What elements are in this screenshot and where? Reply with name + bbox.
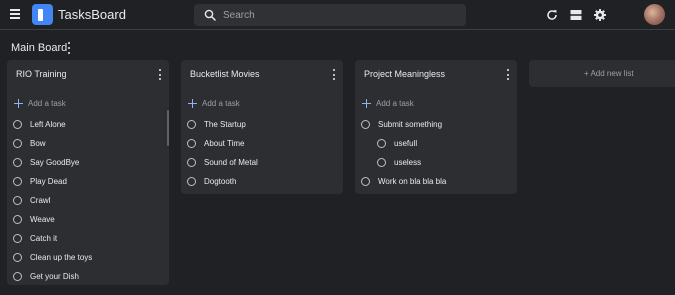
task-label[interactable]: usefull [394,139,417,148]
list-title: RIO Training [16,69,67,79]
add-task-button[interactable]: Add a task [188,97,240,109]
board-title: Main Board [11,42,68,54]
task-checkbox[interactable] [13,271,22,281]
list-menu-icon[interactable] [331,69,337,80]
task-label[interactable]: The Startup [204,120,246,129]
task-label[interactable]: useless [394,158,421,167]
menu-icon[interactable] [9,8,23,22]
subtask-item: usefull [377,137,417,149]
task-checkbox[interactable] [361,176,370,186]
task-checkbox[interactable] [13,119,22,129]
list-menu-icon[interactable] [505,69,511,80]
view-toggle-icon[interactable] [569,8,583,22]
task-item: Catch it [13,232,57,244]
add-new-list-button[interactable]: + Add new list [529,60,675,87]
refresh-icon[interactable] [545,8,559,22]
subtask-item: useless [377,156,421,168]
task-checkbox[interactable] [13,233,22,243]
task-list: RIO Training Add a task Left Alone Bow S… [7,60,169,285]
task-checkbox[interactable] [377,157,386,167]
app-title: TasksBoard [58,7,126,22]
avatar[interactable] [644,4,665,25]
task-checkbox[interactable] [377,138,386,148]
search-bar[interactable] [194,4,466,26]
task-label[interactable]: Work on bla bla bla [378,177,446,186]
task-checkbox[interactable] [13,157,22,167]
plus-icon [362,98,371,108]
add-task-label: Add a task [202,98,240,108]
plus-icon [188,98,197,108]
task-label[interactable]: Dogtooth [204,177,236,186]
task-list: Project Meaningless Add a task Submit so… [355,60,517,194]
task-label[interactable]: Crawl [30,196,50,205]
task-label[interactable]: Get your Dish [30,272,79,281]
task-label[interactable]: Play Dead [30,177,67,186]
task-item: Weave [13,213,55,225]
task-label[interactable]: Sound of Metal [204,158,258,167]
search-icon [204,9,216,21]
task-checkbox[interactable] [13,138,22,148]
task-label[interactable]: Submit something [378,120,442,129]
add-new-list-label: + Add new list [584,69,634,78]
task-item: About Time [187,137,244,149]
task-label[interactable]: Clean up the toys [30,253,92,262]
add-task-label: Add a task [376,98,414,108]
list-scrollbar[interactable] [167,110,169,146]
task-label[interactable]: Weave [30,215,55,224]
list-title: Bucketlist Movies [190,69,260,79]
task-label[interactable]: Say GoodBye [30,158,79,167]
task-checkbox[interactable] [13,176,22,186]
task-checkbox[interactable] [187,176,196,186]
task-item: Crawl [13,194,50,206]
task-item: Clean up the toys [13,251,92,263]
task-item: Bow [13,137,46,149]
list-title: Project Meaningless [364,69,446,79]
task-item: Submit something [361,118,442,130]
task-checkbox[interactable] [187,119,196,129]
task-checkbox[interactable] [361,119,370,129]
add-task-button[interactable]: Add a task [14,97,66,109]
plus-icon [14,98,23,108]
add-task-button[interactable]: Add a task [362,97,414,109]
settings-icon[interactable] [593,8,607,22]
task-checkbox[interactable] [13,195,22,205]
task-item: Say GoodBye [13,156,79,168]
add-task-label: Add a task [28,98,66,108]
task-list: Bucketlist Movies Add a task The Startup… [181,60,343,194]
list-menu-icon[interactable] [157,69,163,80]
task-checkbox[interactable] [13,214,22,224]
task-item: The Startup [187,118,246,130]
task-item: Sound of Metal [187,156,258,168]
board-menu-icon[interactable] [66,42,72,54]
task-label[interactable]: Bow [30,139,46,148]
task-item: Dogtooth [187,175,236,187]
task-item: Work on bla bla bla [361,175,446,187]
task-item: Get your Dish [13,270,79,282]
task-label[interactable]: Catch it [30,234,57,243]
task-checkbox[interactable] [13,252,22,262]
task-item: Play Dead [13,175,67,187]
tasksboard-logo-icon [32,4,53,25]
search-input[interactable] [223,7,453,23]
task-label[interactable]: About Time [204,139,244,148]
task-checkbox[interactable] [187,157,196,167]
task-label[interactable]: Left Alone [30,120,66,129]
app-header: TasksBoard [0,0,675,30]
task-checkbox[interactable] [187,138,196,148]
task-item: Left Alone [13,118,66,130]
